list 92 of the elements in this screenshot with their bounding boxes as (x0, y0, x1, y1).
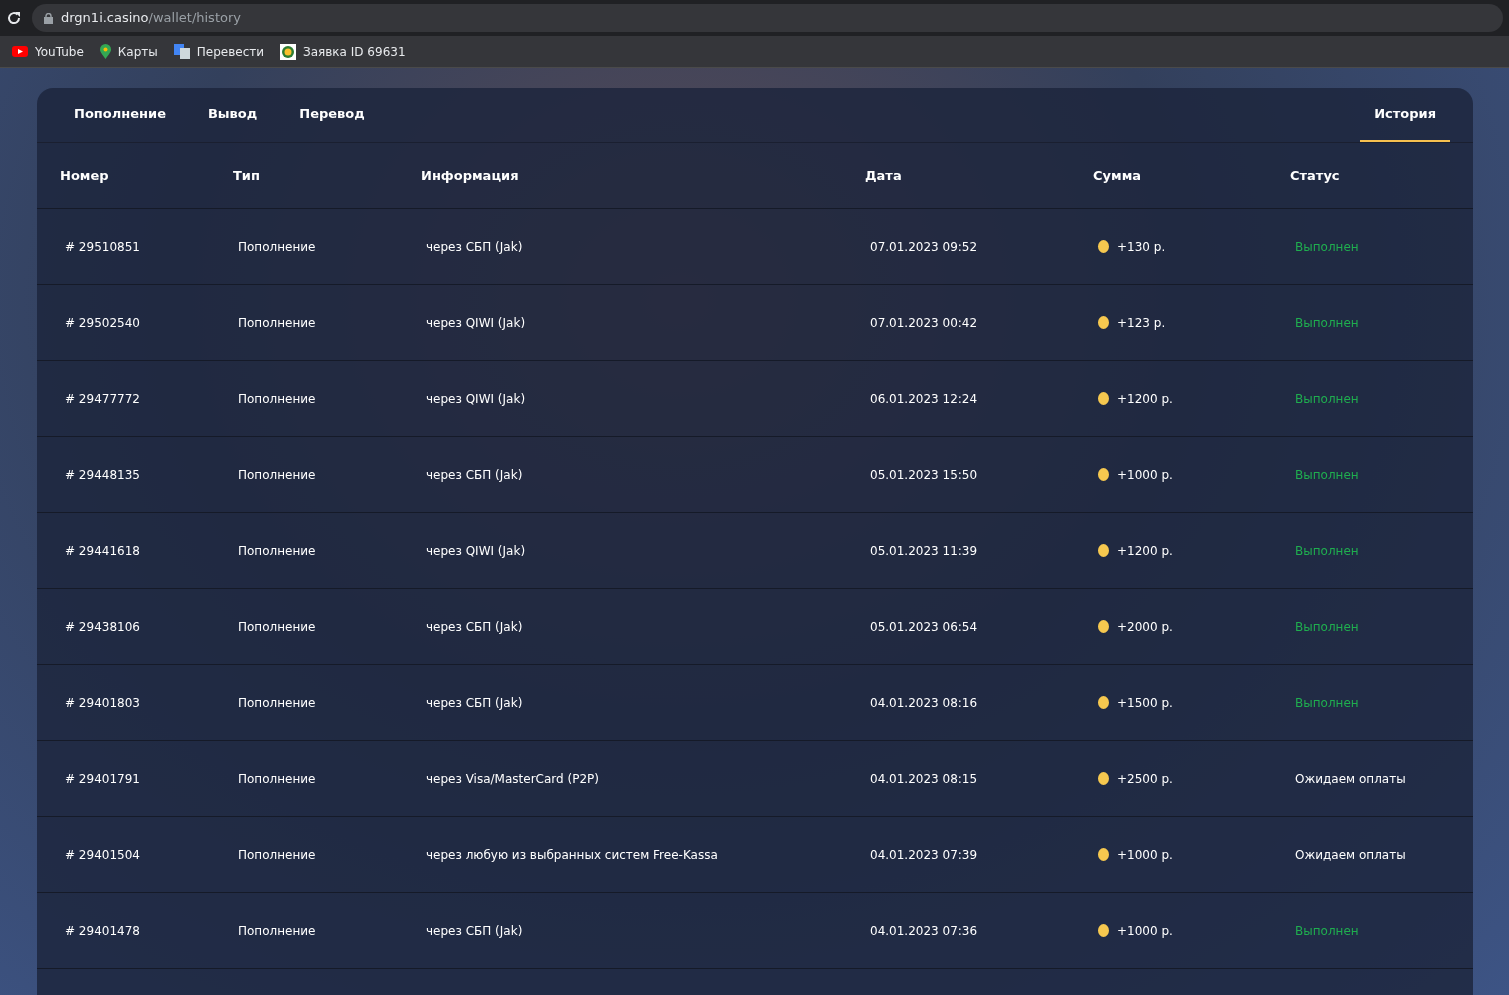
table-cell: через QIWI (Jak) (426, 543, 526, 558)
reload-icon[interactable] (6, 10, 22, 26)
bookmark-link[interactable]: Карты (99, 42, 158, 61)
tab[interactable]: Пополнение (60, 88, 180, 142)
table-cell: Пополнение (238, 923, 316, 938)
table-cell: 04.01.2023 08:16 (870, 695, 978, 710)
table-cell: +1500 р. (1117, 695, 1173, 710)
status-text: Выполнен (1295, 695, 1359, 710)
coin-icon (1098, 315, 1109, 329)
table-cell: через СБП (Jak) (426, 467, 523, 482)
table-cell: Пополнение (238, 847, 316, 862)
status-text: Ожидаем оплаты (1295, 771, 1406, 786)
coin-icon (1098, 391, 1109, 405)
table-cell: 06.01.2023 12:24 (870, 391, 978, 406)
table-cell: через СБП (Jak) (426, 619, 523, 634)
lock-icon (44, 12, 53, 24)
table-cell: +1000 р. (1117, 847, 1173, 862)
table-cell: через Visa/MasterCard (P2P) (426, 771, 599, 786)
table-cell: Пополнение (238, 315, 316, 330)
coin-icon (1098, 543, 1109, 557)
column-header: Номер (60, 167, 109, 183)
table-cell: 04.01.2023 07:36 (870, 923, 978, 938)
table-cell: через QIWI (Jak) (426, 315, 526, 330)
table-cell: +123 р. (1117, 315, 1166, 330)
table-cell: 05.01.2023 15:50 (870, 467, 978, 482)
address-bar[interactable]: drgn1i.casino/wallet/history (32, 4, 1503, 32)
table-cell: 05.01.2023 06:54 (870, 619, 978, 634)
column-header: Тип (233, 167, 260, 183)
coin-icon (1098, 467, 1109, 481)
table-cell: Пополнение (238, 239, 316, 254)
table-cell: # 29477772 (65, 391, 140, 406)
table-cell: # 29502540 (65, 315, 140, 330)
table-cell: +2500 р. (1117, 771, 1173, 786)
table-cell: Пополнение (238, 695, 316, 710)
status-text: Выполнен (1295, 467, 1359, 482)
table-cell: Пополнение (238, 619, 316, 634)
table-cell: через СБП (Jak) (426, 239, 523, 254)
table-cell: +2000 р. (1117, 619, 1173, 634)
bookmark-link[interactable]: Заявка ID 69631 (280, 42, 406, 61)
table-cell: 05.01.2023 11:39 (870, 543, 978, 558)
table-cell: # 29441618 (65, 543, 140, 558)
coin-icon (1098, 695, 1109, 709)
coin-icon (1098, 771, 1109, 785)
status-text: Выполнен (1295, 923, 1359, 938)
table-cell: # 29510851 (65, 239, 140, 254)
column-header: Дата (865, 167, 902, 183)
table-cell: # 29401478 (65, 923, 140, 938)
status-text: Выполнен (1295, 543, 1359, 558)
table-cell: # 29438106 (65, 619, 140, 634)
table-cell: 04.01.2023 08:15 (870, 771, 978, 786)
tab[interactable]: Перевод (285, 88, 379, 142)
status-text: Выполнен (1295, 239, 1359, 254)
table-cell: через СБП (Jak) (426, 695, 523, 710)
coin-icon (1098, 923, 1109, 937)
table-cell: 07.01.2023 00:42 (870, 315, 978, 330)
url-text: drgn1i.casino/wallet/history (61, 9, 241, 28)
coin-icon (1098, 239, 1109, 253)
table-cell: через СБП (Jak) (426, 923, 523, 938)
table-cell: +1000 р. (1117, 467, 1173, 482)
status-text: Выполнен (1295, 315, 1359, 330)
table-cell: Пополнение (238, 771, 316, 786)
status-text: Выполнен (1295, 391, 1359, 406)
table-cell: +130 р. (1117, 239, 1166, 254)
table-cell: Пополнение (238, 543, 316, 558)
coin-logo-icon (280, 43, 296, 60)
table-cell: через любую из выбранных систем Free-Kassa (426, 847, 718, 862)
status-text: Выполнен (1295, 619, 1359, 634)
table-cell: +1200 р. (1117, 543, 1173, 558)
table-cell: # 29401791 (65, 771, 140, 786)
status-text: Ожидаем оплаты (1295, 847, 1406, 862)
bookmark-link[interactable]: YouTube (12, 42, 84, 61)
bookmark-link[interactable]: Перевести (173, 42, 264, 61)
translate-icon (173, 44, 190, 59)
tab[interactable]: Вывод (193, 88, 272, 142)
table-cell: Пополнение (238, 467, 316, 482)
coin-icon (1098, 619, 1109, 633)
tab[interactable]: История (1360, 88, 1450, 142)
table-cell: # 29401504 (65, 847, 140, 862)
map-pin-icon (99, 44, 111, 59)
table-cell: Пополнение (238, 391, 316, 406)
table-cell: # 29448135 (65, 467, 140, 482)
table-cell: через QIWI (Jak) (426, 391, 526, 406)
table-cell: # 29401803 (65, 695, 140, 710)
column-header: Статус (1290, 167, 1340, 183)
play-icon (12, 46, 28, 57)
table-cell: 07.01.2023 09:52 (870, 239, 978, 254)
table-cell: 04.01.2023 07:39 (870, 847, 978, 862)
table-cell: +1000 р. (1117, 923, 1173, 938)
table-cell: +1200 р. (1117, 391, 1173, 406)
column-header: Сумма (1093, 167, 1142, 183)
column-header: Информация (421, 167, 519, 183)
coin-icon (1098, 847, 1109, 861)
